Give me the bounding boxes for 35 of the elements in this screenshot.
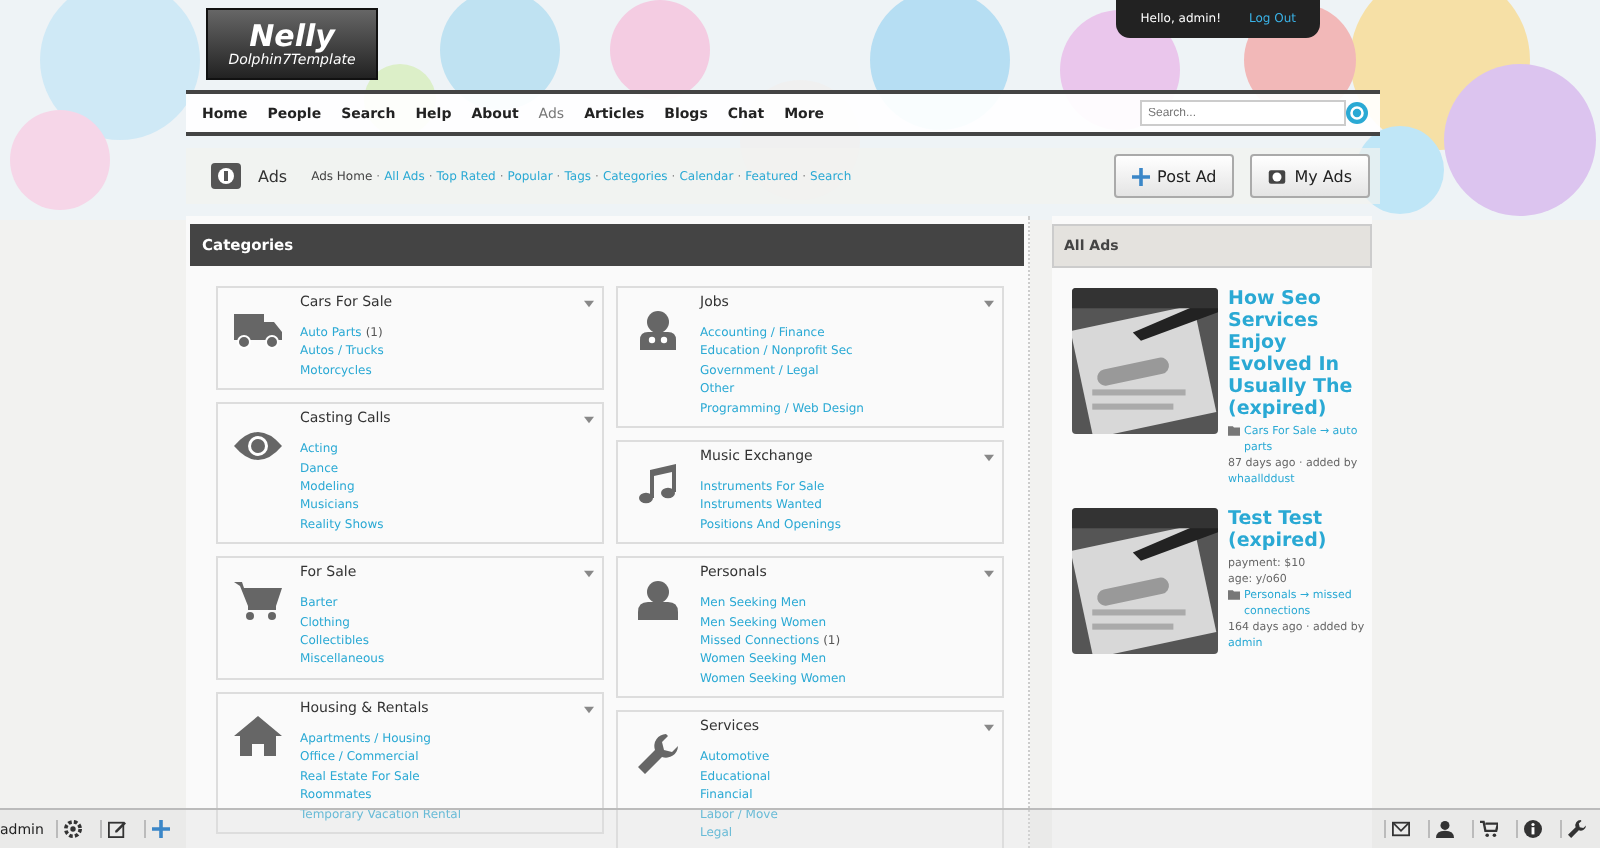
folder-icon (1228, 426, 1240, 436)
wrench-icon (634, 734, 682, 775)
dropdown-caret-icon[interactable] (984, 454, 994, 463)
dropdown-caret-icon[interactable] (584, 705, 594, 714)
person-icon (634, 310, 682, 350)
dropdown-caret-icon[interactable] (584, 416, 594, 425)
logo-title: Nelly (249, 19, 335, 51)
info-icon[interactable] (1516, 820, 1548, 838)
plus-icon[interactable] (143, 820, 176, 838)
module-title: Ads (258, 167, 288, 185)
ads-icon (1268, 167, 1287, 185)
house-icon (234, 715, 282, 756)
cart-icon[interactable] (1472, 820, 1504, 838)
ad-title-link[interactable]: How Seo Services Enjoy Evolved In Usually The (expired) (1228, 288, 1372, 420)
edit-icon[interactable] (99, 820, 132, 838)
ads-icon (210, 162, 242, 190)
folder-icon (1228, 590, 1240, 600)
plus-icon (1131, 167, 1150, 185)
dropdown-caret-icon[interactable] (984, 300, 994, 308)
cart-icon (234, 580, 282, 621)
wrench-icon[interactable] (1560, 820, 1592, 838)
post-ad-button[interactable]: Post Ad (1113, 154, 1235, 198)
my-ads-button[interactable]: My Ads (1250, 154, 1370, 198)
dropdown-caret-icon[interactable] (584, 300, 594, 308)
truck-icon (234, 310, 282, 350)
mail-icon[interactable] (1384, 820, 1416, 838)
dropdown-caret-icon[interactable] (584, 570, 594, 579)
person-icon (634, 580, 682, 621)
ad-title-link[interactable]: Test Test (expired) (1228, 508, 1372, 552)
settings-icon[interactable] (55, 820, 88, 838)
dropdown-caret-icon[interactable] (984, 570, 994, 579)
search-icon[interactable] (1346, 102, 1368, 124)
dropdown-caret-icon[interactable] (984, 724, 994, 733)
music-note-icon (634, 464, 682, 505)
user-icon[interactable] (1428, 820, 1460, 838)
